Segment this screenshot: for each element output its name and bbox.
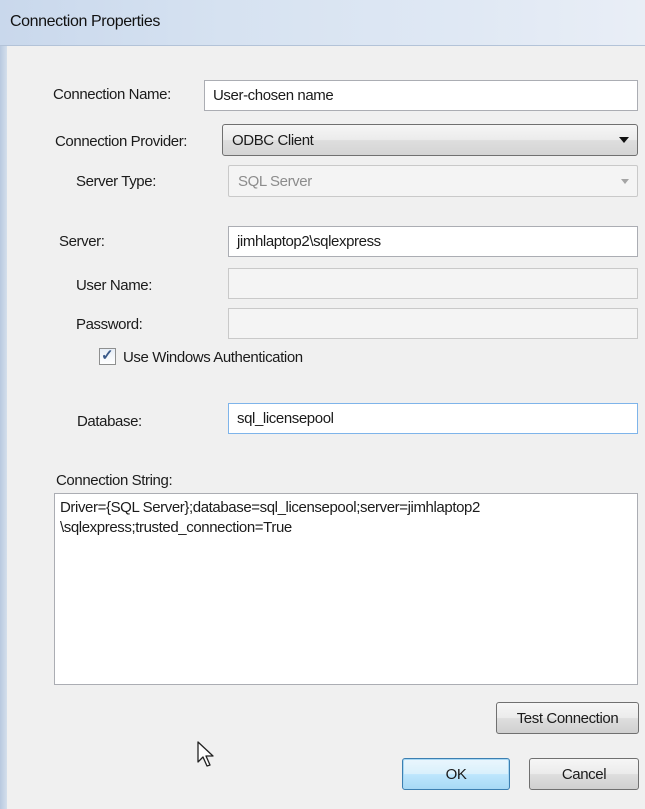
connection-string-label: Connection String: — [56, 472, 173, 489]
connection-name-input[interactable]: User-chosen name — [204, 80, 638, 111]
windows-auth-checkbox[interactable]: ✓ — [99, 347, 116, 365]
checkmark-icon: ✓ — [101, 347, 114, 364]
title-bar: Connection Properties — [0, 0, 645, 46]
password-label: Password: — [76, 316, 143, 333]
window-title: Connection Properties — [10, 13, 160, 30]
database-label: Database: — [77, 413, 142, 430]
server-type-label: Server Type: — [76, 173, 156, 190]
server-type-value: SQL Server — [238, 173, 312, 190]
dialog-body: Connection Name: User-chosen name Connec… — [7, 46, 645, 809]
server-type-select[interactable]: SQL Server — [228, 165, 638, 197]
connection-provider-value: ODBC Client — [232, 132, 314, 149]
database-input[interactable]: sql_licensepool — [228, 403, 638, 434]
user-name-input[interactable] — [228, 268, 638, 299]
server-input[interactable]: jimhlaptop2\sqlexpress — [228, 226, 638, 257]
connection-provider-label: Connection Provider: — [55, 133, 188, 150]
windows-auth-label[interactable]: Use Windows Authentication — [123, 349, 303, 366]
password-input[interactable] — [228, 308, 638, 339]
chevron-down-icon — [619, 137, 629, 143]
window-frame-edge — [0, 46, 7, 809]
connection-provider-select[interactable]: ODBC Client — [222, 124, 638, 156]
user-name-label: User Name: — [76, 277, 153, 294]
mouse-pointer-icon — [197, 741, 214, 767]
ok-button[interactable]: OK — [402, 758, 510, 790]
connection-string-textarea[interactable]: Driver={SQL Server};database=sql_license… — [54, 493, 638, 685]
connection-name-label: Connection Name: — [53, 86, 171, 103]
test-connection-button[interactable]: Test Connection — [496, 702, 639, 734]
cancel-button[interactable]: Cancel — [529, 758, 639, 790]
server-label: Server: — [59, 233, 105, 250]
chevron-down-icon — [621, 179, 629, 184]
